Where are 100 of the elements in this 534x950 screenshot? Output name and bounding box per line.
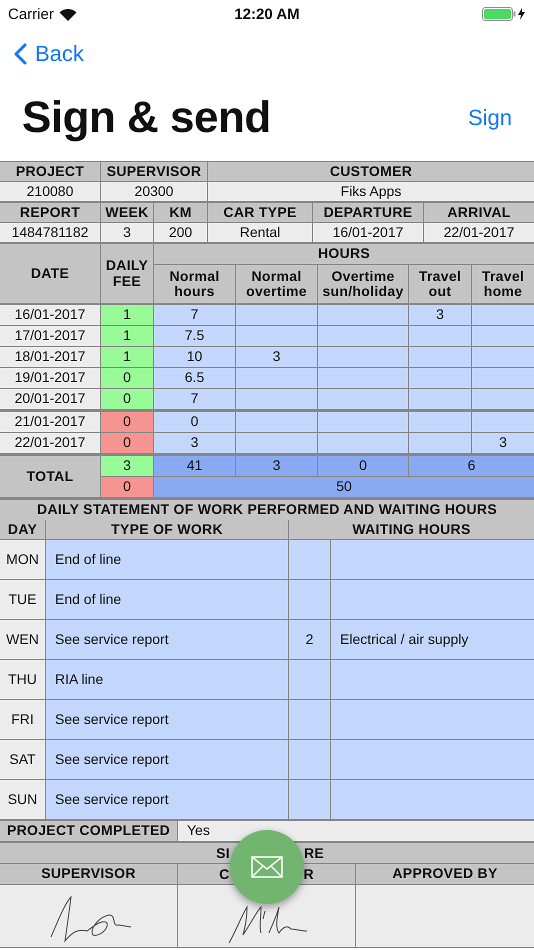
day-cell: SAT	[0, 740, 45, 779]
column-header: DATE	[0, 244, 100, 303]
date-cell: 22/01-2017	[0, 433, 100, 453]
table-cell	[289, 580, 330, 619]
column-header: CUSTOMER	[208, 162, 534, 181]
column-header: TYPE OF WORK	[46, 520, 288, 539]
total-cell: 41	[154, 456, 235, 476]
date-cell: 18/01-2017	[0, 347, 100, 367]
table-cell	[472, 412, 534, 432]
total-cell: 50	[154, 477, 534, 497]
table-cell	[289, 540, 330, 579]
table-cell	[409, 368, 471, 388]
table-cell	[289, 740, 330, 779]
table-cell	[289, 780, 330, 819]
table-cell: Electrical / air supply	[331, 620, 534, 659]
table-cell: 7	[154, 389, 235, 409]
table-cell	[409, 347, 471, 367]
table-cell: 3	[236, 347, 317, 367]
table-cell: 3	[409, 305, 471, 325]
table-cell: End of line	[46, 580, 288, 619]
table-cell	[472, 326, 534, 346]
column-header: SUPERVISOR	[101, 162, 207, 181]
table-cell: 3	[154, 433, 235, 453]
fee-cell: 1	[101, 347, 153, 367]
section-title: SI	[216, 845, 230, 861]
table-cell: 1484781182	[0, 223, 100, 242]
table-cell: Fiks Apps	[208, 182, 534, 201]
row-label: PROJECT COMPLETED	[0, 821, 177, 841]
table-cell	[409, 433, 471, 453]
table-cell: See service report	[46, 620, 288, 659]
date-cell: 16/01-2017	[0, 305, 100, 325]
fee-cell: 0	[101, 412, 153, 432]
table-cell	[289, 660, 330, 699]
section-title: DAILY STATEMENT OF WORK PERFORMED AND WAITING HOURS	[0, 500, 534, 520]
table-cell: 2	[289, 620, 330, 659]
fee-cell: 0	[101, 389, 153, 409]
day-cell: THU	[0, 660, 45, 699]
column-header: R	[304, 866, 314, 882]
column-header: C	[219, 866, 230, 882]
table-cell: Rental	[208, 223, 312, 242]
table-cell: 10	[154, 347, 235, 367]
date-cell: 17/01-2017	[0, 326, 100, 346]
table-cell: See service report	[46, 740, 288, 779]
column-header: CAR TYPE	[208, 203, 312, 222]
table-cell: See service report	[46, 700, 288, 739]
column-header: WAITING HOURS	[289, 520, 534, 539]
column-header: HOURS	[154, 244, 534, 264]
chevron-left-icon	[14, 43, 27, 65]
table-cell	[472, 389, 534, 409]
day-cell: TUE	[0, 580, 45, 619]
fee-cell: 1	[101, 305, 153, 325]
wifi-icon	[58, 8, 77, 20]
column-header: REPORT	[0, 203, 100, 222]
table-cell: 6.5	[154, 368, 235, 388]
table-cell	[409, 412, 471, 432]
column-header: DAY	[0, 520, 45, 539]
total-cell: 3	[236, 456, 317, 476]
table-cell: See service report	[46, 780, 288, 819]
column-header: Normal overtime	[236, 265, 317, 303]
column-header: DEPARTURE	[313, 203, 423, 222]
table-cell	[409, 389, 471, 409]
day-cell: FRI	[0, 700, 45, 739]
column-header: SUPERVISOR	[0, 864, 177, 884]
day-cell: MON	[0, 540, 45, 579]
column-header: Overtime sun/holiday	[318, 265, 408, 303]
clock-time: 12:20 AM	[234, 6, 300, 22]
total-cell: 6	[409, 456, 534, 476]
table-cell: 3	[101, 223, 153, 242]
column-header: KM	[154, 203, 207, 222]
back-button[interactable]: Back	[14, 41, 84, 67]
fee-cell: 0	[101, 477, 153, 497]
envelope-icon	[251, 856, 283, 878]
table-cell: RIA line	[46, 660, 288, 699]
table-cell: 20300	[101, 182, 207, 201]
battery-charging-icon	[482, 7, 526, 21]
column-header: Normal hours	[154, 265, 235, 303]
column-header: PROJECT	[0, 162, 100, 181]
table-cell	[409, 326, 471, 346]
total-cell: 0	[318, 456, 408, 476]
fee-cell: 0	[101, 368, 153, 388]
column-header: APPROVED BY	[356, 864, 534, 884]
table-cell: 7.5	[154, 326, 235, 346]
fee-cell: 3	[101, 456, 153, 476]
table-cell: 16/01-2017	[313, 223, 423, 242]
table-cell: 210080	[0, 182, 100, 201]
day-cell: SUN	[0, 780, 45, 819]
sign-button[interactable]: Sign	[468, 104, 512, 130]
page-title: Sign & send	[22, 92, 271, 142]
carrier-label: Carrier	[8, 6, 54, 22]
column-header: ARRIVAL	[424, 203, 534, 222]
fee-cell: 1	[101, 326, 153, 346]
column-header: WEEK	[101, 203, 153, 222]
table-cell: End of line	[46, 540, 288, 579]
date-cell: 21/01-2017	[0, 412, 100, 432]
table-cell: 0	[154, 412, 235, 432]
day-cell: WEN	[0, 620, 45, 659]
section-title: RE	[304, 845, 324, 861]
column-header: Travel home	[472, 265, 534, 303]
total-label: TOTAL	[0, 456, 100, 497]
table-cell	[472, 305, 534, 325]
